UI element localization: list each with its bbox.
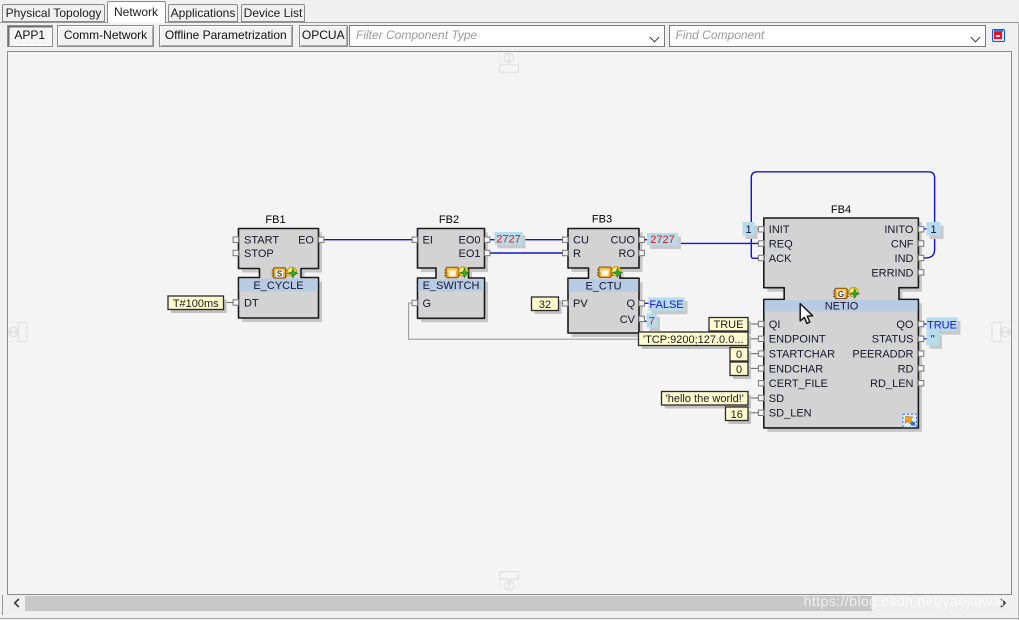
svg-text:ENDPOINT: ENDPOINT [769,334,826,346]
svg-text:E_SWITCH: E_SWITCH [423,280,480,292]
svg-text:REQ: REQ [769,238,793,250]
svg-text:0: 0 [736,364,742,376]
svg-text:0: 0 [736,349,742,361]
svg-text:FB3: FB3 [592,214,612,226]
svg-text:START: START [244,235,279,247]
svg-text:STOP: STOP [244,248,274,260]
svg-text:CV: CV [620,314,636,326]
svg-text:1: 1 [930,224,936,236]
svg-text:EO1: EO1 [458,248,480,260]
svg-text:INITO: INITO [884,224,914,236]
svg-text:G: G [838,290,844,299]
svg-text:CUO: CUO [611,235,636,247]
svg-text:STARTCHAR: STARTCHAR [769,349,835,361]
svg-text:PV: PV [573,298,588,310]
svg-text:TRUE: TRUE [714,319,744,331]
svg-text:Q: Q [626,298,635,310]
svg-text:QI: QI [769,319,781,331]
svg-text:2727: 2727 [496,233,520,245]
svg-text:R: R [573,248,581,260]
svg-text:SD_LEN: SD_LEN [769,408,812,420]
svg-text:CNF: CNF [891,238,914,250]
svg-text:NETIO: NETIO [825,300,859,312]
svg-text:SD: SD [769,393,784,405]
svg-text:ACK: ACK [769,253,792,265]
svg-text:EO: EO [298,235,314,247]
svg-text:FB4: FB4 [831,204,851,216]
svg-text:S: S [277,270,283,279]
svg-text:'hello the world!': 'hello the world!' [666,393,744,405]
svg-text:G: G [423,298,432,310]
svg-text:RO: RO [619,248,636,260]
svg-text:7: 7 [649,316,655,328]
svg-text:16: 16 [731,409,743,421]
svg-text:EI: EI [423,235,433,247]
svg-text:CERT_FILE: CERT_FILE [769,378,828,390]
svg-text:QO: QO [896,319,914,331]
svg-text:FB1: FB1 [265,214,285,226]
svg-text:T#100ms: T#100ms [173,298,219,310]
svg-text:ENDCHAR: ENDCHAR [769,363,823,375]
svg-text:TRUE: TRUE [927,319,957,331]
svg-text:FB2: FB2 [439,214,459,226]
svg-text:2727: 2727 [650,234,674,246]
svg-text:DT: DT [244,297,259,309]
svg-text:STATUS: STATUS [872,334,914,346]
svg-text:RD: RD [898,363,914,375]
svg-text:E_CYCLE: E_CYCLE [253,280,303,292]
svg-text:FALSE: FALSE [649,299,683,311]
svg-text:E_CTU: E_CTU [585,281,621,293]
svg-text:ERRIND: ERRIND [871,267,913,279]
svg-text:'TCP:9200;127.0.0...: 'TCP:9200;127.0.0... [643,334,744,346]
svg-text:'': '' [931,333,935,345]
svg-text:32: 32 [539,299,551,311]
svg-text:RD_LEN: RD_LEN [870,378,913,390]
svg-text:CU: CU [573,235,589,247]
svg-text:1: 1 [745,224,751,236]
svg-text:IND: IND [895,253,914,265]
svg-text:EO0: EO0 [458,235,480,247]
svg-text:INIT: INIT [769,224,790,236]
svg-text:PEERADDR: PEERADDR [852,349,913,361]
